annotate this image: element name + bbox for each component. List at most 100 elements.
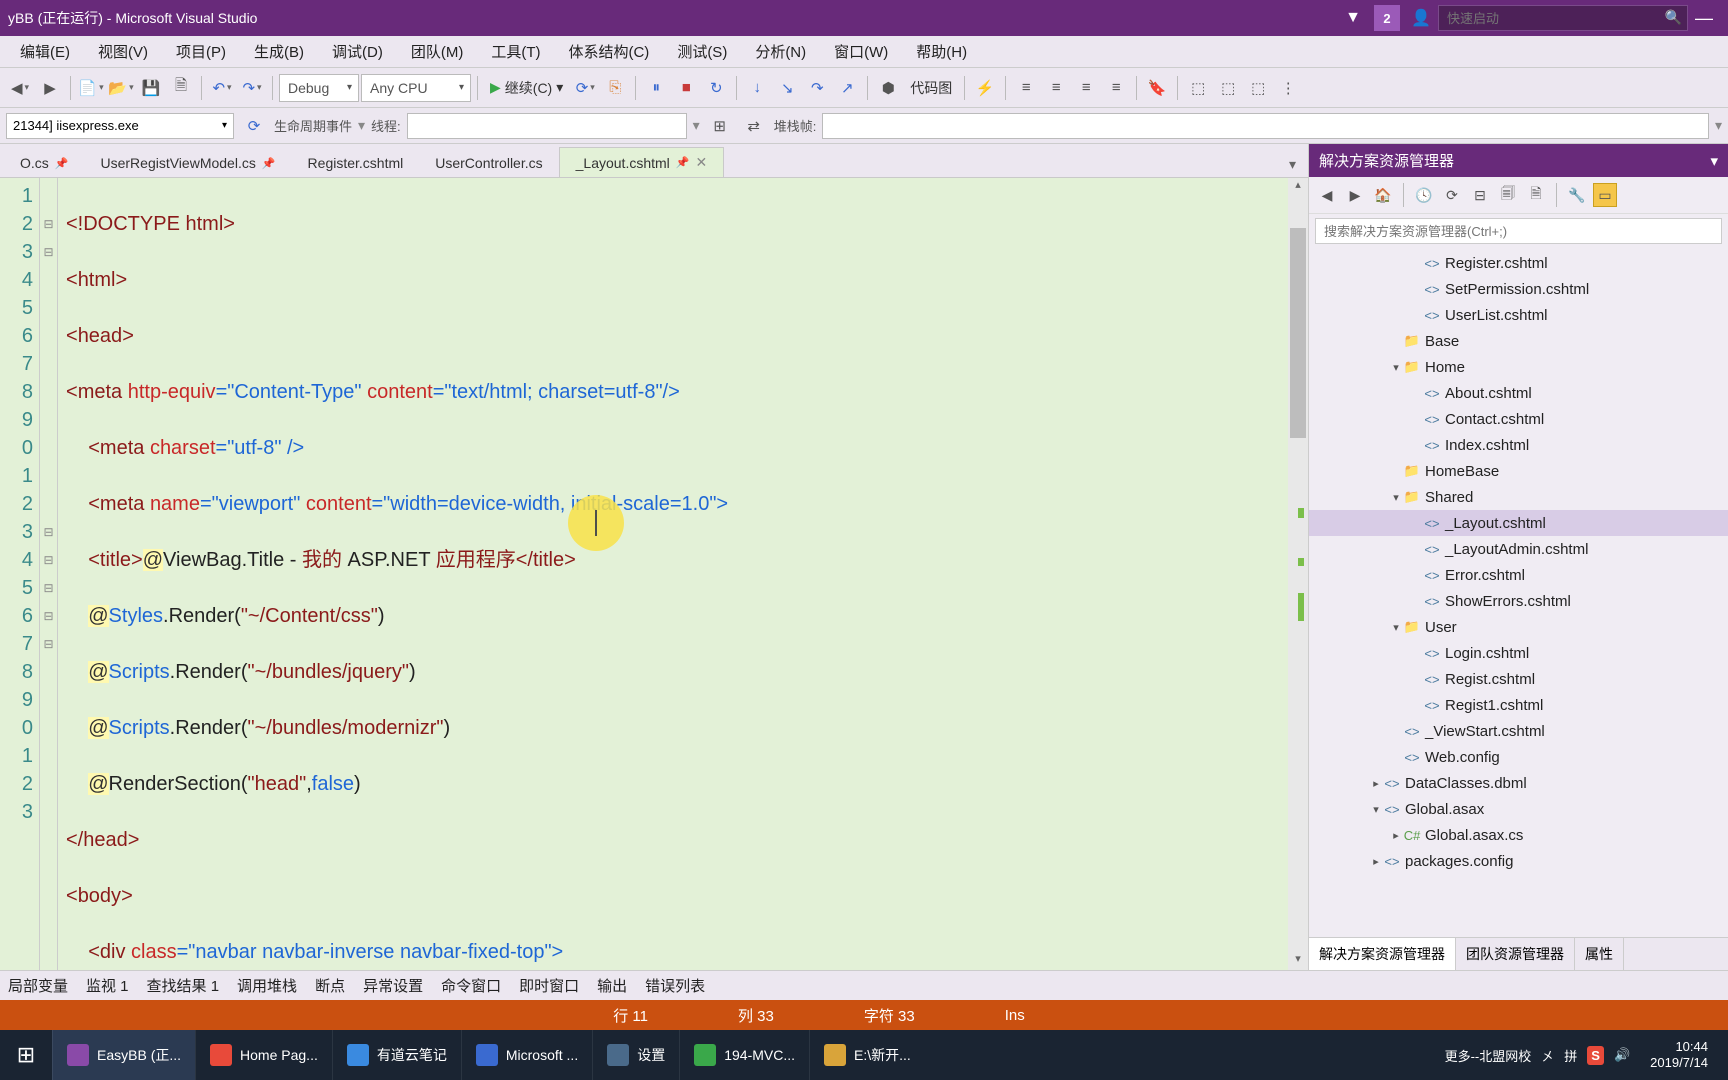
close-icon[interactable]: ✕: [696, 154, 708, 171]
tab-userregistviewmodel[interactable]: UserRegistViewModel.cs📌: [84, 149, 291, 177]
tab-layout-cshtml[interactable]: _Layout.cshtml📌✕: [559, 147, 725, 177]
tree-item[interactable]: <>ShowErrors.cshtml: [1309, 588, 1728, 614]
quick-launch[interactable]: 🔍: [1438, 5, 1688, 31]
tab-immediate-window[interactable]: 即时窗口: [519, 975, 579, 996]
tab-team-explorer[interactable]: 团队资源管理器: [1456, 938, 1575, 970]
menu-edit[interactable]: 编辑(E): [6, 37, 84, 66]
properties-icon[interactable]: 🔧: [1565, 183, 1589, 207]
copy-icon[interactable]: 🗎: [1524, 183, 1548, 207]
thread-input[interactable]: [407, 113, 687, 139]
pin-icon[interactable]: 📌: [676, 156, 690, 169]
tree-item[interactable]: ▸<>packages.config: [1309, 848, 1728, 874]
menu-window[interactable]: 窗口(W): [820, 37, 902, 66]
preview-toggle-icon[interactable]: ▭: [1593, 183, 1617, 207]
sogou-icon[interactable]: S: [1587, 1046, 1604, 1065]
tree-item[interactable]: <>About.cshtml: [1309, 380, 1728, 406]
stack-input[interactable]: [822, 113, 1709, 139]
step-out-button[interactable]: ↗: [833, 74, 861, 102]
back-icon[interactable]: ◀: [1315, 183, 1339, 207]
save-all-button[interactable]: 🗎: [167, 74, 195, 102]
explorer-title-bar[interactable]: 解决方案资源管理器 ▾: [1309, 144, 1728, 177]
sync-icon[interactable]: 🕓: [1412, 183, 1436, 207]
tab-breakpoints[interactable]: 断点: [315, 975, 345, 996]
tree-item[interactable]: <>Regist1.cshtml: [1309, 692, 1728, 718]
forward-icon[interactable]: ▶: [1343, 183, 1367, 207]
tree-item[interactable]: <>Register.cshtml: [1309, 250, 1728, 276]
tab-usercontroller[interactable]: UserController.cs: [419, 149, 558, 177]
open-button[interactable]: 📂: [107, 74, 135, 102]
indent-left-icon[interactable]: ≡: [1012, 74, 1040, 102]
start-button[interactable]: ⊞: [0, 1042, 52, 1068]
tab-find-results[interactable]: 查找结果 1: [147, 975, 220, 996]
redo-button[interactable]: ↷: [238, 74, 266, 102]
uncomment-icon[interactable]: ≡: [1102, 74, 1130, 102]
taskbar-item[interactable]: 194-MVC...: [679, 1030, 809, 1080]
menu-tools[interactable]: 工具(T): [477, 37, 554, 66]
back-button[interactable]: ◀: [6, 74, 34, 102]
hex-icon[interactable]: ⬢: [874, 74, 902, 102]
misc2-icon[interactable]: ⬚: [1214, 74, 1242, 102]
tab-error-list[interactable]: 错误列表: [645, 975, 705, 996]
comment-icon[interactable]: ≡: [1072, 74, 1100, 102]
browser-link-icon[interactable]: ⎘: [601, 74, 629, 102]
menu-test[interactable]: 测试(S): [663, 37, 741, 66]
tree-item[interactable]: <>_Layout.cshtml: [1309, 510, 1728, 536]
network-icon[interactable]: 🔊: [1614, 1047, 1630, 1063]
tab-properties[interactable]: 属性: [1575, 938, 1624, 970]
tree-item[interactable]: <>Index.cshtml: [1309, 432, 1728, 458]
thread-icon2[interactable]: ⇄: [740, 112, 768, 140]
menu-view[interactable]: 视图(V): [84, 37, 162, 66]
tab-solution-explorer[interactable]: 解决方案资源管理器: [1309, 938, 1456, 970]
menu-help[interactable]: 帮助(H): [902, 37, 981, 66]
tree-item[interactable]: <>Regist.cshtml: [1309, 666, 1728, 692]
save-button[interactable]: 💾: [137, 74, 165, 102]
taskbar-item[interactable]: 有道云笔记: [332, 1030, 461, 1080]
scrollbar-thumb[interactable]: [1290, 228, 1306, 438]
menu-analyze[interactable]: 分析(N): [741, 37, 820, 66]
refresh-icon[interactable]: ⟳: [1440, 183, 1464, 207]
feedback-icon[interactable]: 👤: [1408, 5, 1434, 31]
home-icon[interactable]: 🏠: [1371, 183, 1395, 207]
menu-project[interactable]: 项目(P): [162, 37, 240, 66]
tab-register-cshtml[interactable]: Register.cshtml: [292, 149, 420, 177]
indent-right-icon[interactable]: ≡: [1042, 74, 1070, 102]
scroll-up-icon[interactable]: ▴: [1288, 178, 1308, 196]
pin-icon[interactable]: 📌: [55, 157, 69, 170]
tray-text[interactable]: 更多--北盟网校: [1445, 1046, 1532, 1065]
step-over-button[interactable]: ↷: [803, 74, 831, 102]
vertical-scrollbar[interactable]: ▴ ▾: [1288, 178, 1308, 970]
ime-mode-icon[interactable]: 拼: [1564, 1046, 1577, 1065]
tree-item[interactable]: <>_ViewStart.cshtml: [1309, 718, 1728, 744]
code-body[interactable]: <!DOCTYPE html> <html> <head> <meta http…: [58, 178, 1288, 970]
tab-call-stack[interactable]: 调用堆栈: [237, 975, 297, 996]
taskbar-item[interactable]: EasyBB (正...: [52, 1030, 195, 1080]
taskbar-item[interactable]: 设置: [592, 1030, 679, 1080]
notification-badge[interactable]: 2: [1374, 5, 1400, 31]
code-map-button[interactable]: 代码图: [904, 78, 958, 98]
taskbar-item[interactable]: Home Pag...: [195, 1030, 332, 1080]
thread-icon1[interactable]: ⊞: [706, 112, 734, 140]
tree-item[interactable]: ▾<>Global.asax: [1309, 796, 1728, 822]
code-editor[interactable]: 12345678901234567890123 ⊟⊟⊟⊟⊟⊟⊟ <!DOCTYP…: [0, 178, 1308, 970]
solution-tree[interactable]: <>Register.cshtml<>SetPermission.cshtml<…: [1309, 248, 1728, 937]
stop-button[interactable]: ■: [672, 74, 700, 102]
forward-button[interactable]: ▶: [36, 74, 64, 102]
menu-debug[interactable]: 调试(D): [318, 37, 397, 66]
platform-combo[interactable]: Any CPU: [361, 74, 471, 102]
fold-gutter[interactable]: ⊟⊟⊟⊟⊟⊟⊟: [40, 178, 58, 970]
continue-button[interactable]: ▶继续(C) ▾: [484, 78, 569, 98]
tree-item[interactable]: <>UserList.cshtml: [1309, 302, 1728, 328]
tree-item[interactable]: <>Error.cshtml: [1309, 562, 1728, 588]
tree-item[interactable]: <>Web.config: [1309, 744, 1728, 770]
tab-output[interactable]: 输出: [597, 975, 627, 996]
process-combo[interactable]: 21344] iisexpress.exe: [6, 113, 234, 139]
config-combo[interactable]: Debug: [279, 74, 359, 102]
tree-item[interactable]: 📁HomeBase: [1309, 458, 1728, 484]
lifecycle-icon[interactable]: ⟳: [240, 112, 268, 140]
chevron-down-icon[interactable]: ▾: [1710, 152, 1718, 170]
misc3-icon[interactable]: ⬚: [1244, 74, 1272, 102]
refresh-button[interactable]: ⟳: [571, 74, 599, 102]
explorer-search[interactable]: [1309, 214, 1728, 248]
tree-item[interactable]: ▾📁User: [1309, 614, 1728, 640]
tab-locals[interactable]: 局部变量: [8, 975, 68, 996]
